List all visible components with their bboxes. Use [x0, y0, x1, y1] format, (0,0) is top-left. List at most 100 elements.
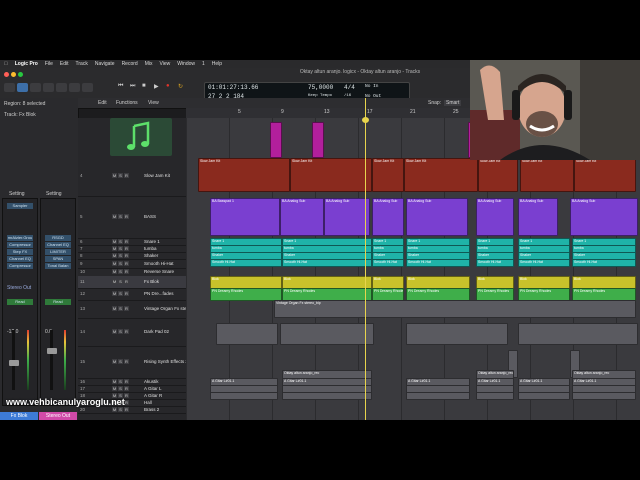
track-name[interactable]: Brass 2	[144, 407, 186, 412]
region[interactable]: Smooth Hi-Hat	[282, 259, 372, 267]
track-name[interactable]: PN Dre...fades	[144, 291, 186, 296]
track-name[interactable]: Dark Pad 02	[144, 329, 186, 334]
region[interactable]	[518, 323, 638, 345]
record-icon[interactable]: ●	[166, 83, 170, 89]
region[interactable]: Slow Jam Kit	[372, 158, 404, 192]
fader-knob[interactable]	[47, 348, 57, 354]
region[interactable]: BA Analog Sub	[372, 198, 404, 236]
plugin-slot[interactable]: Compressor	[7, 242, 33, 248]
close-icon[interactable]	[4, 72, 9, 77]
plugin-slot[interactable]: RSGD	[45, 235, 71, 241]
region[interactable]: Vintage Organ Fx stereo_bip	[274, 300, 636, 318]
cycle-icon[interactable]: ↻	[178, 83, 183, 90]
track-name[interactable]: Hall	[144, 400, 186, 405]
track-name[interactable]: A Gitar L	[144, 386, 186, 391]
track-name[interactable]: Vintage Organ Fx stereo_bip	[144, 306, 186, 311]
menu-file[interactable]: File	[45, 61, 53, 67]
track-inspector-label[interactable]: Track: Fx Blok	[4, 112, 36, 118]
mute-solo-record-buttons[interactable]: MSR	[112, 291, 130, 296]
menu-navigate[interactable]: Navigate	[95, 61, 115, 67]
mute-solo-record-buttons[interactable]: MSR	[112, 173, 130, 178]
mute-solo-record-buttons[interactable]: MSR	[112, 329, 130, 334]
mute-solo-record-buttons[interactable]: MSR	[112, 306, 130, 311]
library-icon[interactable]	[4, 83, 15, 92]
mute-solo-record-buttons[interactable]: MSR	[112, 385, 130, 391]
plugin-slot[interactable]: LIMITER	[45, 249, 71, 255]
snap-value[interactable]: Smart	[444, 100, 462, 106]
plugin-slot[interactable]: Channel EQ	[7, 256, 33, 262]
mute-solo-record-buttons[interactable]: MSR	[112, 214, 130, 219]
region[interactable]: BA Analog Sub	[324, 198, 370, 236]
view-menu[interactable]: View	[148, 100, 159, 106]
region[interactable]: Oktay altun aranjo_rec	[476, 370, 514, 379]
region[interactable]: Oktay altun aranjo_rec	[282, 370, 372, 379]
menu-edit[interactable]: Edit	[60, 61, 69, 67]
region[interactable]: Smooth Hi-Hat	[210, 259, 282, 267]
region[interactable]: BA Analog Sub	[570, 198, 638, 236]
toolbar-icon[interactable]	[43, 83, 54, 92]
editors-icon[interactable]	[82, 83, 93, 92]
track-name[interactable]: tumba	[144, 246, 186, 251]
inspector-icon[interactable]	[17, 83, 28, 92]
plugin-slot[interactable]: SPAN	[45, 256, 71, 262]
region[interactable]	[282, 392, 372, 400]
stereo-out-label[interactable]: Stereo Out	[7, 285, 31, 291]
mute-solo-record-buttons[interactable]: MSR	[112, 279, 130, 284]
region[interactable]: BA Basspad 1	[210, 198, 280, 236]
region[interactable]: Slow Jam Kit	[574, 158, 636, 192]
volume-fader-right[interactable]	[50, 330, 53, 390]
track-name[interactable]: Reverse Snare	[144, 269, 186, 274]
region[interactable]: Smooth Hi-Hat	[518, 259, 570, 267]
track-name[interactable]: Smooth Hi-Hat	[144, 261, 186, 266]
play-icon[interactable]: ▶	[154, 83, 159, 90]
help-icon[interactable]	[30, 83, 41, 92]
menu-help[interactable]: Help	[212, 61, 222, 67]
region[interactable]: BA Analog Sub	[518, 198, 558, 236]
menu-mix[interactable]: Mix	[145, 61, 153, 67]
minimize-icon[interactable]	[11, 72, 16, 77]
region[interactable]: BA Analog Sub	[406, 198, 468, 236]
plugin-slot[interactable]: Sampler	[7, 203, 33, 209]
region[interactable]: Slow Jam Kit	[404, 158, 478, 192]
automation-read[interactable]: Read	[45, 299, 71, 305]
mute-solo-record-buttons[interactable]: MSR	[112, 359, 130, 364]
region[interactable]: Smooth Hi-Hat	[372, 259, 404, 267]
mute-solo-record-buttons[interactable]: MSR	[112, 245, 130, 251]
apple-icon[interactable]: 	[4, 61, 8, 67]
region[interactable]	[312, 122, 324, 158]
region[interactable]: Smooth Hi-Hat	[572, 259, 636, 267]
region[interactable]: Oktay altun aranjo_rec	[572, 370, 636, 379]
track-header[interactable]: 4 M S R Slow Jam Kit	[78, 156, 186, 197]
region[interactable]: Slow Jam Kit	[198, 158, 290, 192]
track-name[interactable]: Fx Blok	[144, 279, 186, 284]
track-name[interactable]: Snare 1	[144, 239, 186, 244]
mute-solo-record-buttons[interactable]: MSR	[112, 406, 130, 412]
zoom-icon[interactable]	[18, 72, 23, 77]
track-name[interactable]: Slow Jam Kit	[144, 173, 186, 178]
region[interactable]	[270, 122, 282, 158]
stop-icon[interactable]: ■	[142, 83, 146, 89]
plugin-slot[interactable]: Compressor	[7, 263, 33, 269]
region[interactable]	[572, 392, 636, 400]
region[interactable]: Slow Jam Kit	[520, 158, 574, 192]
functions-menu[interactable]: Functions	[116, 100, 138, 106]
fader-knob[interactable]	[9, 360, 19, 366]
edit-menu[interactable]: Edit	[98, 100, 107, 106]
setting-right[interactable]: Setting	[46, 191, 62, 197]
automation-read[interactable]: Read	[7, 299, 33, 305]
region[interactable]: PN Dreamy Rhodes	[210, 288, 282, 301]
arrange-area[interactable]: Slow Jam Kit Slow Jam Kit Slow Jam Kit Slow…	[186, 118, 640, 420]
setting-left[interactable]: Setting	[9, 191, 25, 197]
region[interactable]	[476, 392, 514, 400]
region[interactable]: BA Analog Sub	[476, 198, 514, 236]
region[interactable]: Slow Jam Kit	[290, 158, 372, 192]
mute-solo-record-buttons[interactable]: MSR	[112, 260, 130, 266]
track-header[interactable]: 20 M S R Brass 2	[78, 406, 186, 414]
region[interactable]: Smooth Hi-Hat	[406, 259, 470, 267]
mute-solo-record-buttons[interactable]: MSR	[112, 269, 130, 274]
region[interactable]: Slow Jam Kit	[478, 158, 518, 192]
rewind-icon[interactable]: ⏮	[118, 83, 123, 90]
mute-solo-record-buttons[interactable]: MSR	[112, 252, 130, 258]
plugin-slot[interactable]: mrAlzier.Grou	[7, 235, 33, 241]
track-header[interactable]: 13 MSR Vintage Organ Fx stereo_bip	[78, 300, 186, 319]
